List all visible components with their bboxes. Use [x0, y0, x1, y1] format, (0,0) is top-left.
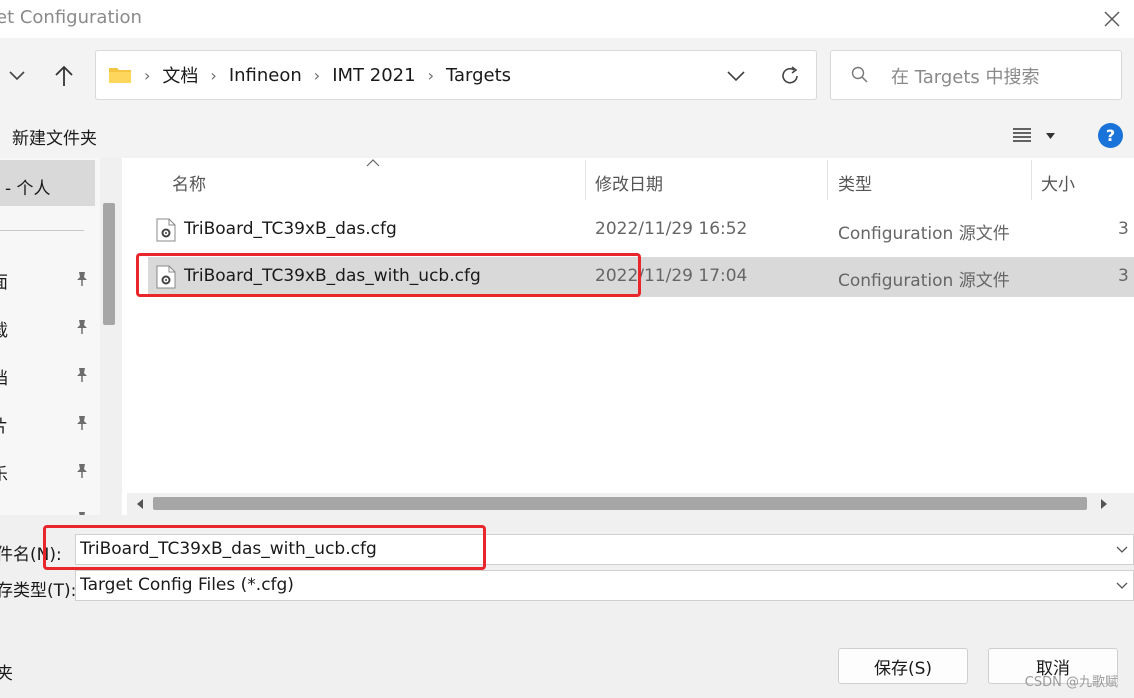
file-list: 名称 修改日期 类型 大小 TriBoard_TC39xB_das.cfg 20…: [122, 158, 1134, 515]
view-options-button[interactable]: [1010, 124, 1060, 148]
horizontal-scrollbar[interactable]: [127, 493, 1134, 515]
sidebar-item-label: 载: [0, 316, 8, 341]
sidebar-item-downloads[interactable]: 载: [0, 308, 95, 348]
sidebar-divider: [0, 230, 84, 231]
sort-ascending-icon: [366, 159, 380, 167]
save-button[interactable]: 保存(S): [838, 648, 968, 684]
breadcrumb-imt-2021[interactable]: IMT 2021: [332, 65, 415, 86]
pin-icon: [77, 272, 87, 286]
up-button[interactable]: [49, 62, 79, 90]
title-bar: et Configuration: [0, 0, 1134, 38]
column-divider[interactable]: [585, 160, 586, 200]
column-size[interactable]: 大小: [1041, 170, 1075, 195]
file-name: TriBoard_TC39xB_das.cfg: [184, 219, 397, 239]
filetype-select[interactable]: Target Config Files (*.cfg): [75, 570, 1134, 601]
file-size: 3: [1118, 266, 1129, 286]
close-icon: [1104, 11, 1120, 27]
address-dropdown-button[interactable]: [720, 61, 752, 91]
sidebar-item-videos[interactable]: [0, 500, 95, 515]
search-input[interactable]: 在 Targets 中搜索: [891, 63, 1040, 89]
column-modified[interactable]: 修改日期: [595, 170, 663, 195]
chevron-down-icon[interactable]: [1115, 543, 1129, 557]
help-icon: ?: [1105, 126, 1116, 145]
column-header: 名称 修改日期 类型 大小: [122, 158, 1134, 204]
sidebar-item-label: 档: [0, 364, 8, 389]
caret-down-icon: [1046, 133, 1055, 139]
file-modified: 2022/11/29 17:04: [595, 266, 748, 286]
refresh-icon: [782, 66, 798, 84]
filename-label: 件名(N):: [0, 545, 62, 565]
column-divider[interactable]: [1031, 160, 1032, 200]
navigation-bar: › 文档 › Infineon › IMT 2021 › Targets 在 T…: [0, 38, 1134, 112]
file-type: Configuration 源文件: [838, 271, 1010, 291]
sidebar-item-music[interactable]: 乐: [0, 452, 95, 492]
config-file-icon: [156, 265, 176, 289]
navigation-pane: - 个人 面 载 档 片 乐: [0, 158, 100, 515]
pin-icon: [77, 368, 87, 382]
file-modified: 2022/11/29 16:52: [595, 219, 748, 239]
pin-icon: [77, 464, 87, 478]
column-type[interactable]: 类型: [838, 170, 872, 195]
sidebar-scrollbar-thumb[interactable]: [103, 203, 115, 325]
new-folder-button[interactable]: 新建文件夹: [12, 124, 97, 149]
sidebar-item-desktop[interactable]: 面: [0, 260, 95, 300]
help-button[interactable]: ?: [1098, 123, 1123, 148]
scroll-left-icon[interactable]: [133, 496, 147, 512]
sidebar-item-label: 面: [0, 268, 8, 293]
save-form: 件名(N): TriBoard_TC39xB_das_with_ucb.cfg …: [0, 515, 1134, 698]
breadcrumb-infineon[interactable]: Infineon: [229, 65, 302, 86]
search-icon: [851, 66, 868, 83]
file-name: TriBoard_TC39xB_das_with_ucb.cfg: [184, 266, 481, 286]
breadcrumb-separator: ›: [144, 65, 151, 85]
breadcrumb: › 文档 › Infineon › IMT 2021 › Targets: [108, 51, 511, 99]
file-row[interactable]: TriBoard_TC39xB_das.cfg 2022/11/29 16:52…: [148, 210, 1134, 250]
file-size: 3: [1118, 219, 1129, 239]
filename-combobox[interactable]: TriBoard_TC39xB_das_with_ucb.cfg: [75, 534, 1134, 565]
window-title: et Configuration: [0, 7, 142, 28]
column-name[interactable]: 名称: [172, 170, 206, 195]
search-box[interactable]: 在 Targets 中搜索: [830, 50, 1122, 100]
sidebar-item-label: 乐: [0, 460, 8, 485]
sidebar-item-label: 片: [0, 412, 8, 437]
close-button[interactable]: [1090, 0, 1134, 38]
sidebar-item-personal[interactable]: - 个人: [0, 160, 95, 206]
sidebar-item-documents[interactable]: 档: [0, 356, 95, 396]
address-bar[interactable]: › 文档 › Infineon › IMT 2021 › Targets: [95, 50, 817, 100]
folder-icon: [109, 68, 131, 83]
breadcrumb-targets[interactable]: Targets: [446, 65, 511, 86]
pin-icon: [77, 416, 87, 430]
toolbar: 新建文件夹 ?: [0, 112, 1134, 158]
breadcrumb-separator: ›: [210, 65, 217, 85]
history-dropdown-button[interactable]: [2, 62, 32, 90]
breadcrumb-documents[interactable]: 文档: [162, 62, 198, 88]
chevron-down-icon: [9, 71, 25, 81]
chevron-down-icon: [727, 71, 745, 81]
filename-input[interactable]: TriBoard_TC39xB_das_with_ucb.cfg: [80, 539, 377, 559]
hide-folders-toggle[interactable]: 夹: [0, 659, 13, 684]
arrow-up-icon: [55, 65, 73, 86]
config-file-icon: [156, 218, 176, 242]
horizontal-scrollbar-thumb[interactable]: [153, 497, 1087, 510]
file-type: Configuration 源文件: [838, 224, 1010, 244]
watermark: CSDN @九歌赋: [1024, 675, 1118, 690]
column-divider[interactable]: [827, 160, 828, 200]
chevron-down-icon[interactable]: [1115, 579, 1129, 593]
breadcrumb-separator: ›: [427, 65, 434, 85]
sidebar-item-label: - 个人: [5, 179, 51, 199]
pin-icon: [77, 320, 87, 334]
breadcrumb-separator: ›: [313, 65, 321, 85]
file-row-selected[interactable]: TriBoard_TC39xB_das_with_ucb.cfg 2022/11…: [148, 257, 1134, 297]
sidebar-item-pictures[interactable]: 片: [0, 404, 95, 444]
filetype-label: 存类型(T):: [0, 581, 77, 601]
list-view-icon: [1013, 128, 1031, 142]
refresh-button[interactable]: [774, 61, 806, 91]
filetype-value: Target Config Files (*.cfg): [80, 575, 294, 595]
scroll-right-icon[interactable]: [1097, 496, 1111, 512]
